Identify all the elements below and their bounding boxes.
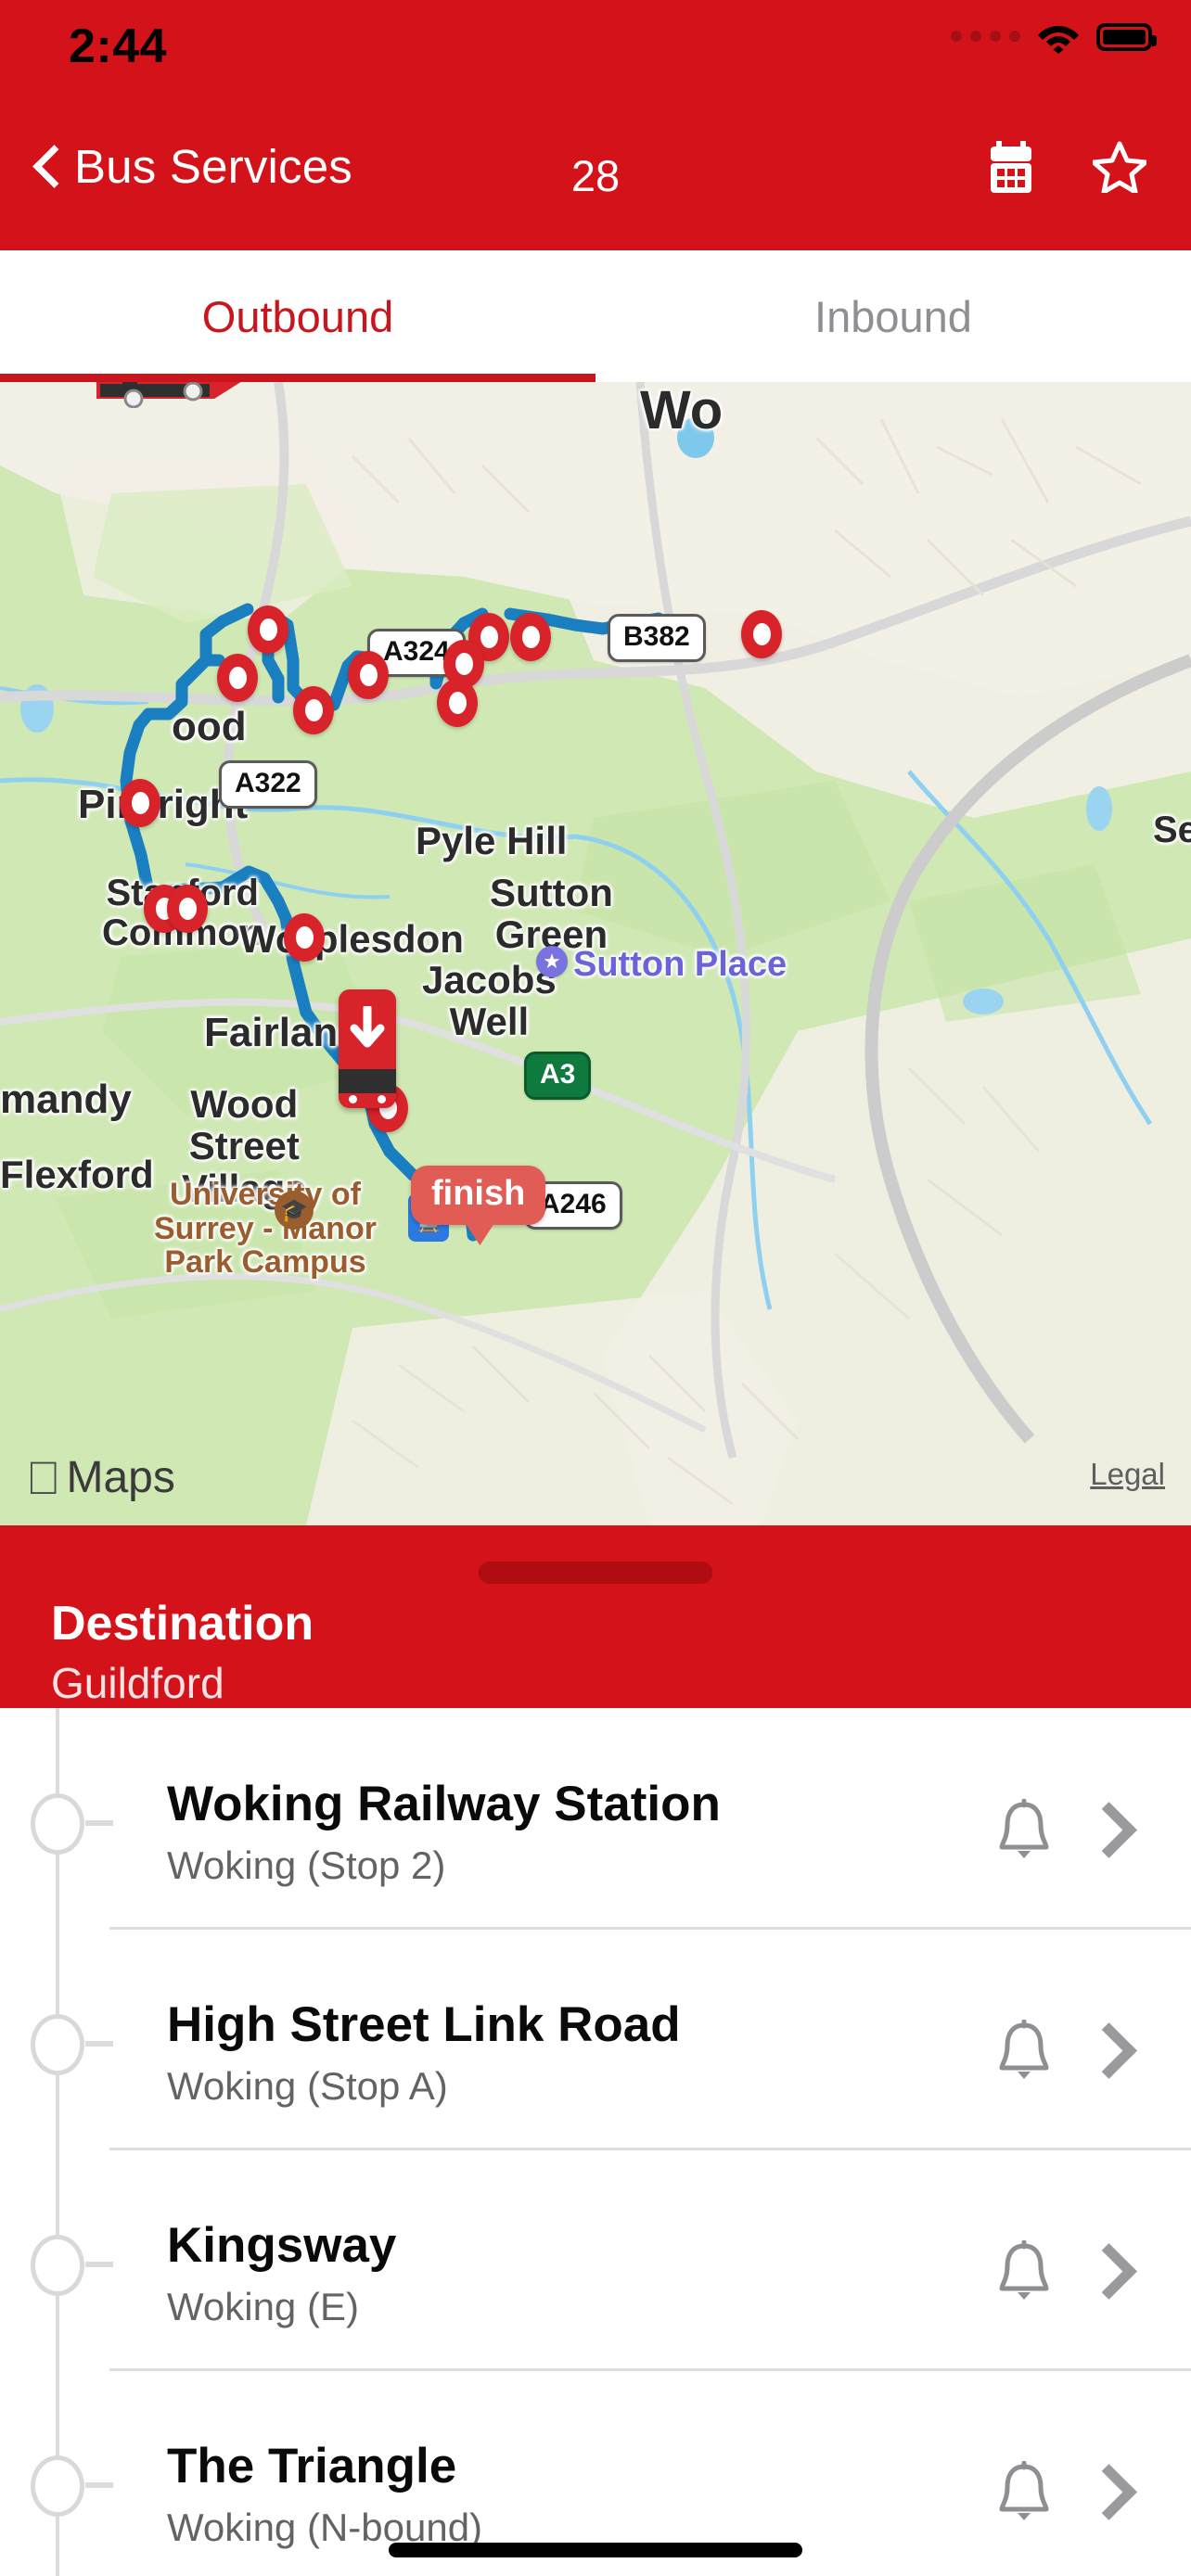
map-stop-marker[interactable] — [167, 885, 208, 933]
apple-logo-icon:  — [26, 1455, 61, 1501]
poi-sutton-place-icon: ★ — [536, 946, 568, 977]
sheet-drag-handle[interactable] — [478, 1562, 713, 1584]
chevron-right-icon[interactable] — [1087, 2242, 1122, 2296]
timeline-node-icon — [31, 2014, 84, 2075]
route-map[interactable]: Wo ood Pirbright Sen Pyle Hill Sutton Gr… — [0, 382, 1191, 1525]
chevron-right-icon[interactable] — [1087, 2463, 1122, 2517]
timeline-node-icon — [31, 1793, 84, 1855]
finish-marker: finish — [411, 1166, 546, 1225]
map-stop-marker[interactable] — [284, 913, 325, 962]
status-bar: 2:44 — [0, 0, 1191, 93]
bus-icon[interactable] — [89, 382, 265, 409]
star-outline-icon[interactable] — [1091, 141, 1148, 195]
poi-university-icon: 🎓 — [275, 1191, 314, 1230]
calendar-icon[interactable] — [987, 141, 1035, 193]
map-stop-marker[interactable] — [120, 779, 160, 827]
wifi-icon — [1037, 20, 1080, 54]
home-indicator[interactable] — [389, 2543, 802, 2557]
direction-tabs: Outbound Inbound — [0, 250, 1191, 382]
bell-icon[interactable] — [996, 2460, 1052, 2522]
map-stop-marker[interactable] — [217, 654, 258, 702]
timeline-node-icon — [31, 2455, 84, 2517]
tab-inbound-label: Inbound — [814, 291, 972, 341]
bell-icon[interactable] — [996, 2239, 1052, 2302]
stop-name: The Triangle — [167, 2439, 457, 2493]
destination-label: Destination — [51, 1597, 314, 1651]
stop-sublabel: Woking (Stop A) — [167, 2064, 448, 2108]
status-bar-indicators — [951, 20, 1157, 54]
stop-name: High Street Link Road — [167, 1997, 681, 2052]
timeline-connector — [85, 2262, 113, 2267]
chevron-right-icon[interactable] — [1087, 2021, 1122, 2075]
list-item[interactable]: Kingsway Woking (E) — [0, 2149, 1191, 2371]
timeline-connector — [85, 2482, 113, 2488]
tab-outbound[interactable]: Outbound — [0, 250, 596, 382]
map-stop-marker[interactable] — [437, 679, 478, 727]
map-stop-marker[interactable] — [293, 686, 334, 734]
bell-icon[interactable] — [996, 1798, 1052, 1860]
road-badge-a322: A322 — [219, 760, 317, 809]
list-item[interactable]: Woking Railway Station Woking (Stop 2) — [0, 1708, 1191, 1930]
timeline-connector — [85, 2041, 113, 2047]
navigation-bar: Bus Services 28 — [0, 93, 1191, 250]
status-bar-time: 2:44 — [69, 19, 168, 73]
battery-full-icon — [1096, 23, 1157, 51]
stop-list[interactable]: Woking Railway Station Woking (Stop 2) H… — [0, 1708, 1191, 2576]
timeline-node-icon — [31, 2235, 84, 2296]
nav-actions — [987, 141, 1148, 195]
timeline-connector — [85, 1820, 113, 1826]
stop-name: Woking Railway Station — [167, 1777, 721, 1831]
tab-inbound[interactable]: Inbound — [596, 250, 1191, 382]
destination-panel[interactable]: Destination Guildford — [0, 1525, 1191, 1708]
apple-maps-attribution:  Maps — [26, 1452, 175, 1503]
road-badge-b382: B382 — [608, 614, 706, 662]
map-stop-marker[interactable] — [510, 613, 551, 661]
map-stop-marker[interactable] — [348, 651, 389, 699]
arrow-down-icon — [349, 1003, 386, 1055]
stop-sublabel: Woking (Stop 2) — [167, 1843, 446, 1887]
bus-icon[interactable] — [339, 989, 396, 1108]
chevron-right-icon[interactable] — [1087, 1801, 1122, 1855]
list-item[interactable]: High Street Link Road Woking (Stop A) — [0, 1929, 1191, 2150]
stop-sublabel: Woking (E) — [167, 2285, 359, 2328]
road-badge-a3: A3 — [524, 1052, 592, 1100]
map-stop-marker[interactable] — [741, 610, 782, 658]
map-stop-marker[interactable] — [248, 606, 288, 654]
bell-icon[interactable] — [996, 2019, 1052, 2081]
cellular-signal-icon — [951, 31, 1020, 44]
legal-link[interactable]: Legal — [1090, 1457, 1165, 1492]
tab-active-indicator — [0, 374, 596, 382]
destination-value: Guildford — [51, 1659, 224, 1707]
stop-name: Kingsway — [167, 2218, 397, 2273]
map-canvas — [0, 382, 1191, 1525]
maps-label: Maps — [32, 1453, 175, 1502]
tab-outbound-label: Outbound — [201, 291, 394, 341]
